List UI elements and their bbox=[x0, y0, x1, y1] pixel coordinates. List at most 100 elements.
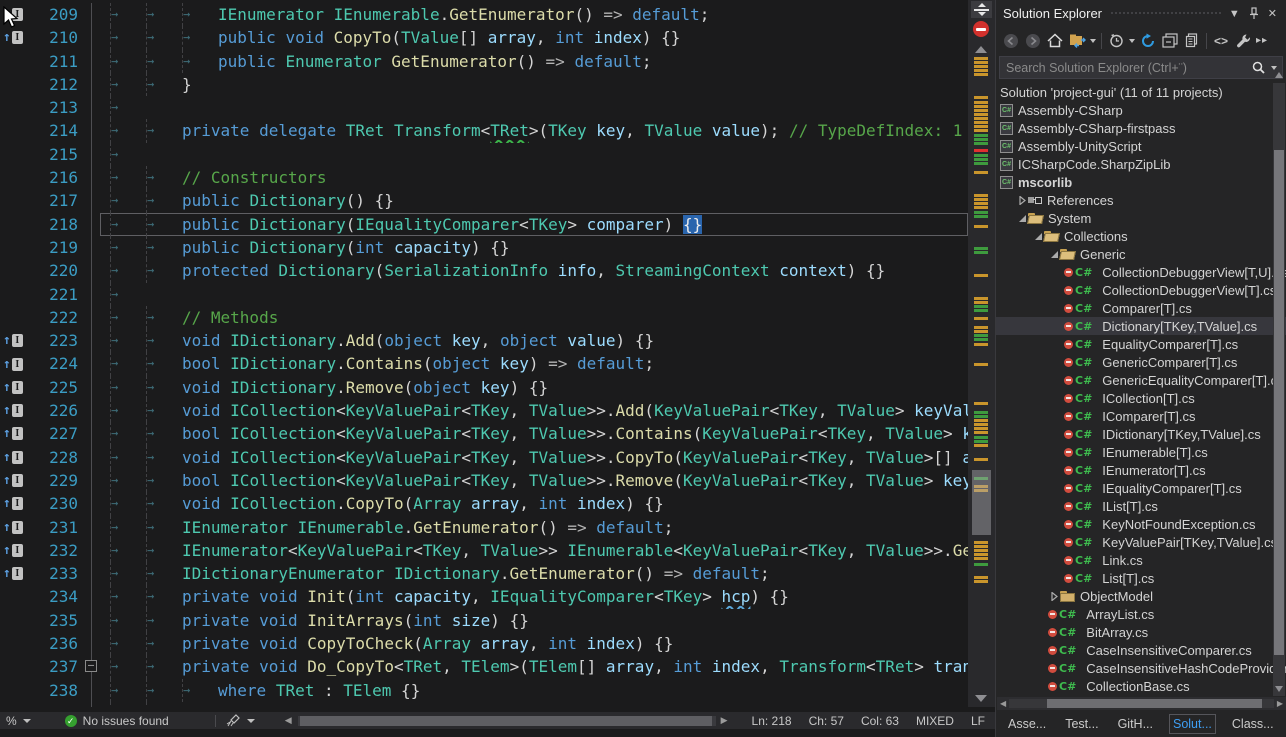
code-line[interactable]: ↑I 225 →→void IDictionary.Remove(object ke… bbox=[0, 376, 968, 399]
solution-explorer-header[interactable]: Solution Explorer ▼ ✕ bbox=[996, 0, 1286, 27]
show-all-files-icon[interactable] bbox=[1181, 30, 1203, 52]
code-text[interactable]: →→private void Do_CopyTo<TRet, TElem>(TE… bbox=[100, 655, 968, 678]
refresh-icon[interactable] bbox=[1137, 30, 1159, 52]
chevron-expanded-icon[interactable] bbox=[1032, 232, 1044, 241]
tree-vertical-scrollbar[interactable] bbox=[1273, 83, 1285, 696]
code-text[interactable]: →→→public Enumerator GetEnumerator() => … bbox=[100, 50, 968, 73]
tree-item[interactable]: C#BitArray.cs bbox=[996, 623, 1286, 641]
hscroll-left-arrow[interactable]: ◀ bbox=[285, 715, 292, 726]
tree-scroll-down-arrow[interactable] bbox=[1275, 686, 1283, 692]
code-line[interactable]: 212→→} bbox=[0, 73, 968, 96]
fold-collapse-icon[interactable]: – bbox=[85, 660, 97, 672]
line-number[interactable]: 227 bbox=[34, 422, 78, 445]
tree-item[interactable]: C#Comparer[T].cs bbox=[996, 299, 1286, 317]
scroll-down-arrow[interactable] bbox=[975, 695, 987, 702]
code-text[interactable]: →→void IDictionary.Remove(object key) {} bbox=[100, 376, 968, 399]
search-icon[interactable] bbox=[1252, 61, 1265, 74]
tree-item[interactable]: C#Assembly-CSharp bbox=[996, 101, 1286, 119]
tree-item[interactable]: C#IEqualityComparer[T].cs bbox=[996, 479, 1286, 497]
forward-icon[interactable] bbox=[1022, 30, 1044, 52]
code-text[interactable]: →→void ICollection<KeyValuePair<TKey, TV… bbox=[100, 446, 968, 469]
tree-item[interactable]: C#GenericComparer[T].cs bbox=[996, 353, 1286, 371]
tree-item[interactable]: C#ICollection[T].cs bbox=[996, 389, 1286, 407]
tree-item[interactable]: C#List[T].cs bbox=[996, 569, 1286, 587]
code-line[interactable]: ↑I229→→bool ICollection<KeyValuePair<TKe… bbox=[0, 469, 968, 492]
switch-views-icon[interactable] bbox=[1066, 30, 1088, 52]
code-line[interactable]: 237–→→private void Do_CopyTo<TRet, TElem… bbox=[0, 655, 968, 678]
code-text[interactable]: → bbox=[100, 283, 968, 306]
tree-item[interactable]: C#IList[T].cs bbox=[996, 497, 1286, 515]
panel-tab-asse[interactable]: Asse... bbox=[1005, 715, 1049, 733]
sync-caret-icon[interactable] bbox=[1129, 39, 1135, 43]
code-text[interactable]: →→bool ICollection<KeyValuePair<TKey, TV… bbox=[100, 469, 968, 492]
line-number[interactable]: 235 bbox=[34, 609, 78, 632]
code-text[interactable]: →→public Dictionary(IEqualityComparer<TK… bbox=[100, 213, 968, 236]
tree-scroll-up-arrow[interactable] bbox=[1275, 72, 1283, 78]
tree-item[interactable]: Generic bbox=[996, 245, 1286, 263]
code-text[interactable]: →→private static KeyValuePair<TKey, TVal… bbox=[100, 702, 968, 707]
implements-interface-icon[interactable]: ↑I bbox=[3, 31, 23, 44]
line-number[interactable]: 223 bbox=[34, 329, 78, 352]
status-item[interactable]: Col: 63 bbox=[861, 714, 899, 728]
tree-scroll-right-arrow[interactable]: ▶ bbox=[1274, 699, 1286, 708]
tree-item[interactable]: C#CaseInsensitiveComparer.cs bbox=[996, 641, 1286, 659]
editor-hscrollbar[interactable] bbox=[298, 716, 716, 726]
implements-interface-icon[interactable]: ↑I bbox=[3, 8, 23, 21]
line-number[interactable]: 230 bbox=[34, 492, 78, 515]
implements-interface-icon[interactable]: ↑I bbox=[3, 544, 23, 557]
line-number[interactable]: 216 bbox=[34, 166, 78, 189]
code-text[interactable]: →→→where TRet : TElem {} bbox=[100, 679, 968, 702]
line-number[interactable]: 222 bbox=[34, 306, 78, 329]
switch-views-caret-icon[interactable] bbox=[1090, 39, 1096, 43]
back-icon[interactable] bbox=[1000, 30, 1022, 52]
code-line[interactable]: 221→ bbox=[0, 283, 968, 306]
tree-item[interactable]: C#CaseInsensitiveHashCodeProvider.cs bbox=[996, 659, 1286, 677]
panel-tab-test[interactable]: Test... bbox=[1062, 715, 1101, 733]
implements-interface-icon[interactable]: ↑I bbox=[3, 404, 23, 417]
editor-hscrollbar-thumb[interactable] bbox=[300, 716, 712, 726]
code-line[interactable]: ↑I230→→void ICollection.CopyTo(Array arr… bbox=[0, 492, 968, 515]
tree-item[interactable]: C#IComparer[T].cs bbox=[996, 407, 1286, 425]
code-editor[interactable]: ↑I209→→→IEnumerator IEnumerable.GetEnume… bbox=[0, 0, 995, 707]
implements-interface-icon[interactable]: ↑I bbox=[3, 521, 23, 534]
tree-item[interactable]: ObjectModel bbox=[996, 587, 1286, 605]
tree-horizontal-scrollbar[interactable]: ◀ ▶ bbox=[997, 697, 1286, 710]
chevron-expanded-icon[interactable] bbox=[1016, 214, 1028, 223]
line-number[interactable]: 225 bbox=[34, 376, 78, 399]
tree-item[interactable]: C#GenericEqualityComparer[T].cs bbox=[996, 371, 1286, 389]
code-text[interactable]: →→private void Init(int capacity, IEqual… bbox=[100, 585, 968, 608]
tree-item[interactable]: C#IDictionary[TKey,TValue].cs bbox=[996, 425, 1286, 443]
code-line[interactable]: ↑I227→→bool ICollection<KeyValuePair<TKe… bbox=[0, 422, 968, 445]
sync-with-active-document-icon[interactable] bbox=[1105, 30, 1127, 52]
code-line[interactable]: 222→→// Methods bbox=[0, 306, 968, 329]
code-line[interactable]: 211→→→public Enumerator GetEnumerator() … bbox=[0, 50, 968, 73]
code-line[interactable]: ↑I223→→void IDictionary.Add(object key, … bbox=[0, 329, 968, 352]
line-number[interactable]: 224 bbox=[34, 352, 78, 375]
code-line[interactable]: 220→→protected Dictionary(SerializationI… bbox=[0, 259, 968, 282]
zoom-control[interactable]: % bbox=[6, 714, 17, 728]
toolbar-overflow-icon[interactable]: ▸▸ bbox=[1256, 35, 1268, 46]
tree-item[interactable]: C#KeyValuePair[TKey,TValue].cs bbox=[996, 533, 1286, 551]
code-text[interactable]: →→void ICollection.CopyTo(Array array, i… bbox=[100, 492, 968, 515]
status-item[interactable]: Ln: 218 bbox=[752, 714, 792, 728]
tree-item[interactable]: C#mscorlib bbox=[996, 173, 1286, 191]
status-item[interactable]: MIXED bbox=[916, 714, 954, 728]
code-cleanup-broom-icon[interactable] bbox=[226, 714, 241, 727]
line-number[interactable]: 234 bbox=[34, 585, 78, 608]
line-number[interactable]: 220 bbox=[34, 259, 78, 282]
code-line[interactable]: 218→→public Dictionary(IEqualityComparer… bbox=[0, 213, 968, 236]
code-text[interactable]: →→private void CopyToCheck(Array array, … bbox=[100, 632, 968, 655]
code-text[interactable]: →→} bbox=[100, 73, 968, 96]
panel-tab-gith[interactable]: GitH... bbox=[1115, 715, 1156, 733]
code-text[interactable]: →→public Dictionary(int capacity) {} bbox=[100, 236, 968, 259]
line-number[interactable]: 232 bbox=[34, 539, 78, 562]
code-line[interactable]: ↑I210→→→public void CopyTo(TValue[] arra… bbox=[0, 26, 968, 49]
line-number[interactable]: 226 bbox=[34, 399, 78, 422]
hscroll-right-arrow[interactable]: ▶ bbox=[721, 715, 728, 726]
code-line[interactable]: 216→→// Constructors bbox=[0, 166, 968, 189]
line-number[interactable]: 229 bbox=[34, 469, 78, 492]
chevron-collapsed-icon[interactable] bbox=[1016, 196, 1028, 205]
implements-interface-icon[interactable]: ↑I bbox=[3, 427, 23, 440]
implements-interface-icon[interactable]: ↑I bbox=[3, 381, 23, 394]
chevron-expanded-icon[interactable] bbox=[1048, 250, 1060, 259]
